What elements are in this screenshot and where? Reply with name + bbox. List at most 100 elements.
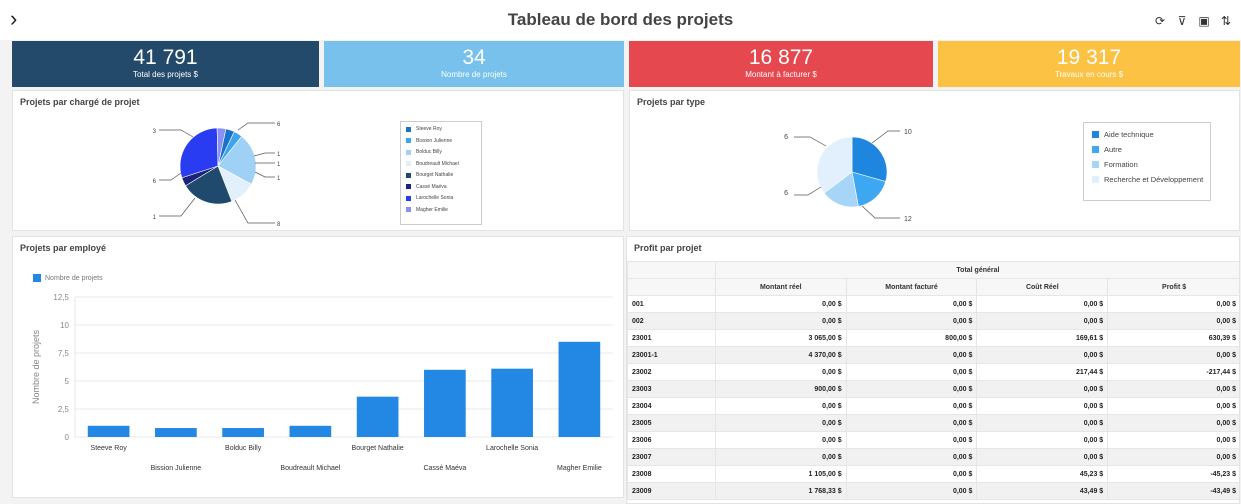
label-leader-line — [871, 130, 900, 144]
label-leader-line — [253, 152, 275, 157]
row-header-cell: 23003 — [627, 380, 716, 398]
group-header[interactable]: Total général — [714, 261, 1239, 279]
table-row[interactable]: 23004 0,00 $0,00 $0,00 $0,00 $ — [627, 397, 1239, 415]
legend-label: Recherche et Développement — [1104, 175, 1204, 184]
row-header-cell: 23004 — [627, 397, 716, 415]
legend-label: Autre — [1104, 145, 1122, 154]
kpi-card-montant-facturer[interactable]: 16 877 Montant à facturer $ — [629, 41, 933, 87]
legend-swatch — [1092, 131, 1099, 138]
table-row[interactable]: 23003 900,00 $0,00 $0,00 $0,00 $ — [627, 380, 1239, 398]
kpi-card-total-projets[interactable]: 41 791 Total des projets $ — [12, 41, 319, 87]
row-header-cell: 23007 — [627, 448, 716, 466]
legend-swatch — [1092, 146, 1099, 153]
table-cell: 0,00 $ — [976, 448, 1109, 466]
pie-data-label: 10 — [904, 129, 912, 136]
table-cell: 0,00 $ — [845, 312, 978, 330]
legend-swatch — [406, 195, 411, 201]
table-cell: -43,49 $ — [1107, 482, 1239, 500]
pie-data-label: 12 — [904, 216, 912, 223]
bar[interactable] — [491, 368, 533, 437]
legend-label: Boudreault Michael — [416, 160, 459, 167]
row-header-cell: 23005 — [627, 414, 716, 432]
save-icon[interactable]: ▣ — [1197, 14, 1211, 28]
legend-label: Larochelle Sonia — [416, 195, 454, 201]
table-cell: 169,61 $ — [976, 329, 1109, 347]
y-axis-title: Nombre de projets — [31, 329, 41, 404]
column-header[interactable]: Montant réel — [714, 278, 847, 296]
legend-item[interactable]: Magher Emilie — [406, 207, 476, 213]
panel-title: Profit par projet — [634, 243, 702, 253]
legend-item[interactable]: Boudreault Michael — [406, 161, 476, 167]
table-cell: 0,00 $ — [1107, 312, 1239, 330]
bar[interactable] — [356, 396, 399, 437]
table-cell: 0,00 $ — [1107, 380, 1239, 398]
kpi-card-nombre-projets[interactable]: 34 Nombre de projets — [324, 41, 624, 87]
column-header[interactable]: Coût Réel — [976, 278, 1109, 296]
legend-item[interactable]: Bolduc Billy — [406, 149, 476, 155]
pie-data-label: 1 — [277, 162, 281, 168]
settings-sliders-icon[interactable]: ⇅ — [1219, 14, 1233, 28]
table-row[interactable]: 23008 1 105,00 $0,00 $45,23 $ -45,23 $ — [627, 465, 1239, 483]
y-tick-label: 7,5 — [58, 349, 70, 358]
legend-item[interactable]: Bission Julienne — [406, 138, 476, 144]
pie-data-label: 6 — [784, 190, 788, 197]
kpi-value: 19 317 — [1056, 46, 1122, 69]
bar[interactable] — [155, 428, 197, 437]
panel-projets-par-charge: Projets par chargé de projet 61118163 St… — [12, 90, 624, 231]
column-header[interactable]: Profit $ — [1107, 278, 1239, 296]
legend-item[interactable]: Formation — [1092, 160, 1202, 169]
table-cell: 0,00 $ — [976, 380, 1109, 398]
table-cell: 43,49 $ — [976, 482, 1109, 500]
kpi-value: 16 877 — [748, 46, 814, 69]
pie-data-label: 3 — [153, 129, 157, 135]
table-row[interactable]: 23006 0,00 $0,00 $0,00 $0,00 $ — [627, 431, 1239, 449]
bar[interactable] — [222, 428, 264, 437]
legend-item[interactable]: Autre — [1092, 145, 1202, 154]
table-row[interactable]: 23002 0,00 $0,00 $217,44 $ -217,44 $ — [627, 363, 1239, 381]
row-header-cell: 23001-1 — [627, 346, 716, 364]
legend-swatch — [406, 149, 411, 155]
table-cell: 0,00 $ — [976, 346, 1109, 364]
table-cell: 0,00 $ — [1107, 448, 1239, 466]
pie-chart-charge-projet[interactable]: 6 1 1 1 8 1 6 3 — [13, 91, 625, 232]
refresh-icon[interactable]: ⟳ — [1153, 14, 1167, 28]
y-tick-label: 2,5 — [58, 405, 70, 414]
x-category-label: Steeve Roy — [91, 445, 128, 452]
column-header[interactable]: Montant facturé — [845, 278, 978, 296]
legend-item[interactable]: Steeve Roy — [406, 126, 476, 132]
table-row[interactable]: 23007 0,00 $0,00 $0,00 $0,00 $ — [627, 448, 1239, 466]
legend-label: Aide technique — [1104, 130, 1154, 139]
table-cell: 0,00 $ — [845, 448, 978, 466]
y-tick-label: 12,5 — [53, 293, 69, 302]
legend-label: Bourget Nathalie — [416, 172, 454, 178]
bar[interactable] — [424, 369, 466, 437]
legend-item[interactable]: Recherche et Développement — [1092, 175, 1204, 184]
table-row[interactable]: 001 0,00 $0,00 $0,00 $0,00 $ — [627, 295, 1239, 313]
panel-profit-par-projet: Profit par projet Total général Montant … — [626, 236, 1240, 504]
label-leader-line — [234, 199, 275, 224]
corner-cell — [627, 278, 716, 296]
table-row[interactable]: 23001-1 4 370,00 $0,00 $0,00 $0,00 $ — [627, 346, 1239, 364]
table-cell: 0,00 $ — [845, 363, 978, 381]
table-cell: 0,00 $ — [976, 295, 1109, 313]
bar-chart-employe[interactable]: 12,5 10 7,5 5 2,5 0 Nombre de projets Steeve Ro… — [13, 237, 625, 499]
legend-item[interactable]: Aide technique — [1092, 130, 1202, 139]
table-row[interactable]: 23001 3 065,00 $800,00 $169,61 $630,39 $ — [627, 329, 1239, 347]
table-row[interactable]: 002 0,00 $0,00 $0,00 $0,00 $ — [627, 312, 1239, 330]
legend-swatch — [406, 138, 411, 143]
dashboard-header: › Tableau de bord des projets ⟳ ⊽ ▣ ⇅ — [0, 0, 1241, 40]
kpi-card-travaux-en-cours[interactable]: 19 317 Travaux en cours $ — [938, 41, 1240, 87]
table-cell: 0,00 $ — [845, 295, 978, 313]
table-row[interactable]: 23005 0,00 $0,00 $0,00 $0,00 $ — [627, 414, 1239, 432]
bar[interactable] — [289, 425, 332, 437]
bar[interactable] — [558, 341, 601, 437]
table-cell: 0,00 $ — [845, 380, 978, 398]
legend-item[interactable]: Larochelle Sonia — [406, 195, 476, 201]
clear-filter-icon[interactable]: ⊽ — [1175, 14, 1189, 28]
table-row[interactable]: 23009 1 768,33 $0,00 $43,49 $ -43,49 $ — [627, 482, 1239, 500]
kpi-label: Montant à facturer $ — [745, 70, 817, 79]
bar[interactable] — [87, 425, 130, 437]
label-leader-line — [159, 172, 182, 181]
legend-item[interactable]: Bourget Nathalie — [406, 172, 476, 178]
legend-item[interactable]: Cassé Maéva — [406, 184, 476, 190]
